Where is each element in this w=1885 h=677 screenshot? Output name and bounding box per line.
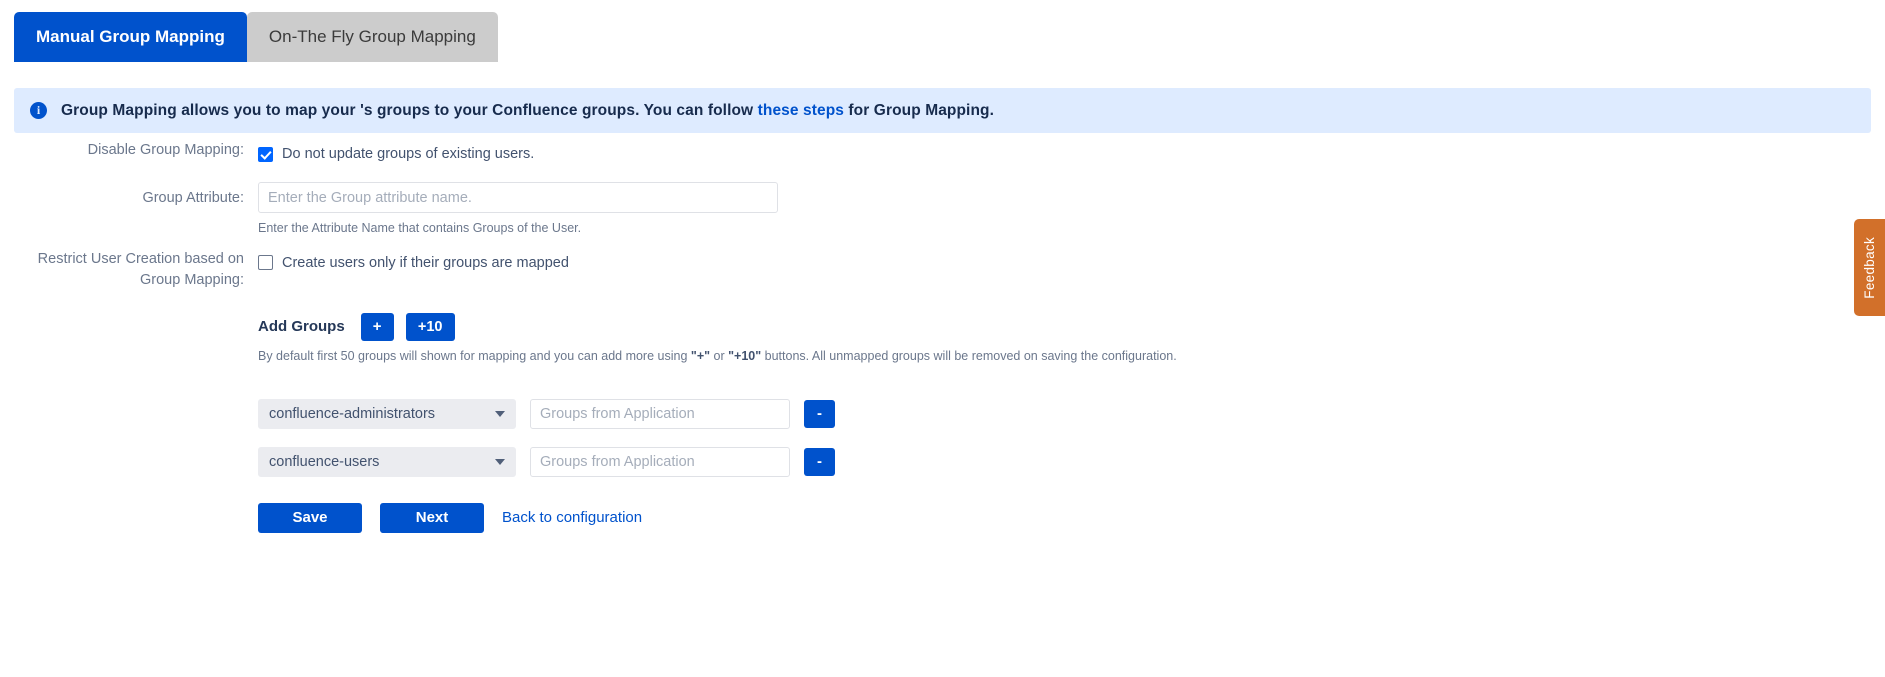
page-root: Manual Group Mapping On-The Fly Group Ma… — [0, 0, 1885, 677]
row-restrict-user-creation: Restrict User Creation based on Group Ma… — [0, 249, 1885, 291]
add-groups-helper-part3: buttons. All unmapped groups will be rem… — [761, 348, 1177, 363]
add-one-group-button[interactable]: + — [360, 312, 394, 341]
feedback-tab[interactable]: Feedback — [1854, 219, 1885, 316]
form-actions: Save Next Back to configuration — [258, 502, 1885, 533]
info-banner-text: Group Mapping allows you to map your 's … — [61, 102, 994, 120]
add-groups-helper-quote2: "+10" — [728, 348, 762, 363]
row-add-groups: Add Groups + +10 By default first 50 gro… — [0, 312, 1885, 365]
info-banner: i Group Mapping allows you to map your '… — [14, 88, 1871, 133]
these-steps-link[interactable]: these steps — [758, 102, 844, 119]
next-button[interactable]: Next — [380, 502, 484, 533]
chevron-down-icon — [495, 410, 505, 417]
disable-group-mapping-checkbox-line: Do not update groups of existing users. — [258, 140, 1885, 168]
confluence-group-select-0-value: confluence-administrators — [269, 405, 436, 422]
restrict-user-creation-checkbox-label[interactable]: Create users only if their groups are ma… — [282, 255, 569, 271]
add-groups-helper: By default first 50 groups will shown fo… — [258, 348, 1885, 365]
restrict-user-creation-checkbox[interactable] — [258, 255, 273, 271]
info-banner-text-before: Group Mapping allows you to map your 's … — [61, 101, 758, 119]
tab-manual-group-mapping-label: Manual Group Mapping — [36, 27, 225, 46]
confluence-group-select-1[interactable]: confluence-users — [258, 446, 516, 477]
restrict-user-creation-label: Restrict User Creation based on Group Ma… — [37, 250, 244, 288]
back-to-configuration-link[interactable]: Back to configuration — [502, 509, 642, 526]
feedback-tab-label: Feedback — [1862, 236, 1877, 299]
info-banner-text-after: for Group Mapping. — [844, 101, 995, 119]
disable-group-mapping-checkbox-label[interactable]: Do not update groups of existing users. — [282, 146, 534, 162]
tab-manual-group-mapping[interactable]: Manual Group Mapping — [14, 12, 247, 62]
add-groups-controls: Add Groups + +10 — [258, 312, 1885, 341]
row-disable-group-mapping: Disable Group Mapping: Do not update gro… — [0, 140, 1885, 168]
add-groups-label: Add Groups — [258, 318, 345, 336]
add-groups-helper-part1: By default first 50 groups will shown fo… — [258, 348, 691, 363]
group-mapping-form: Disable Group Mapping: Do not update gro… — [0, 140, 1885, 533]
group-attribute-helper: Enter the Attribute Name that contains G… — [258, 221, 582, 235]
confluence-group-select-1-value: confluence-users — [269, 453, 380, 470]
chevron-down-icon — [495, 458, 505, 465]
restrict-user-creation-checkbox-line: Create users only if their groups are ma… — [258, 249, 1885, 277]
tab-on-the-fly-group-mapping[interactable]: On-The Fly Group Mapping — [246, 12, 498, 62]
info-icon: i — [30, 102, 47, 119]
tab-bar: Manual Group Mapping On-The Fly Group Ma… — [14, 12, 498, 62]
row-group-mappings: confluence-administrators - confluence-u… — [0, 381, 1885, 533]
add-groups-helper-quote1: "+" — [690, 348, 711, 363]
save-button[interactable]: Save — [258, 502, 362, 533]
group-attribute-label: Group Attribute: — [142, 190, 244, 206]
app-groups-input-0[interactable] — [530, 398, 790, 429]
table-row: confluence-administrators - — [258, 398, 1885, 429]
remove-mapping-button-0[interactable]: - — [804, 399, 835, 428]
confluence-group-select-0[interactable]: confluence-administrators — [258, 398, 516, 429]
app-groups-input-1[interactable] — [530, 446, 790, 477]
disable-group-mapping-checkbox[interactable] — [258, 146, 273, 162]
remove-mapping-button-1[interactable]: - — [804, 447, 835, 476]
row-group-attribute: Group Attribute: Enter the Attribute Nam… — [0, 182, 1885, 237]
disable-group-mapping-label: Disable Group Mapping: — [87, 142, 244, 158]
add-groups-helper-part2: or — [710, 348, 729, 363]
add-ten-groups-button[interactable]: +10 — [405, 312, 455, 341]
group-attribute-input[interactable] — [258, 182, 778, 213]
tab-on-the-fly-group-mapping-label: On-The Fly Group Mapping — [268, 27, 476, 46]
table-row: confluence-users - — [258, 446, 1885, 477]
